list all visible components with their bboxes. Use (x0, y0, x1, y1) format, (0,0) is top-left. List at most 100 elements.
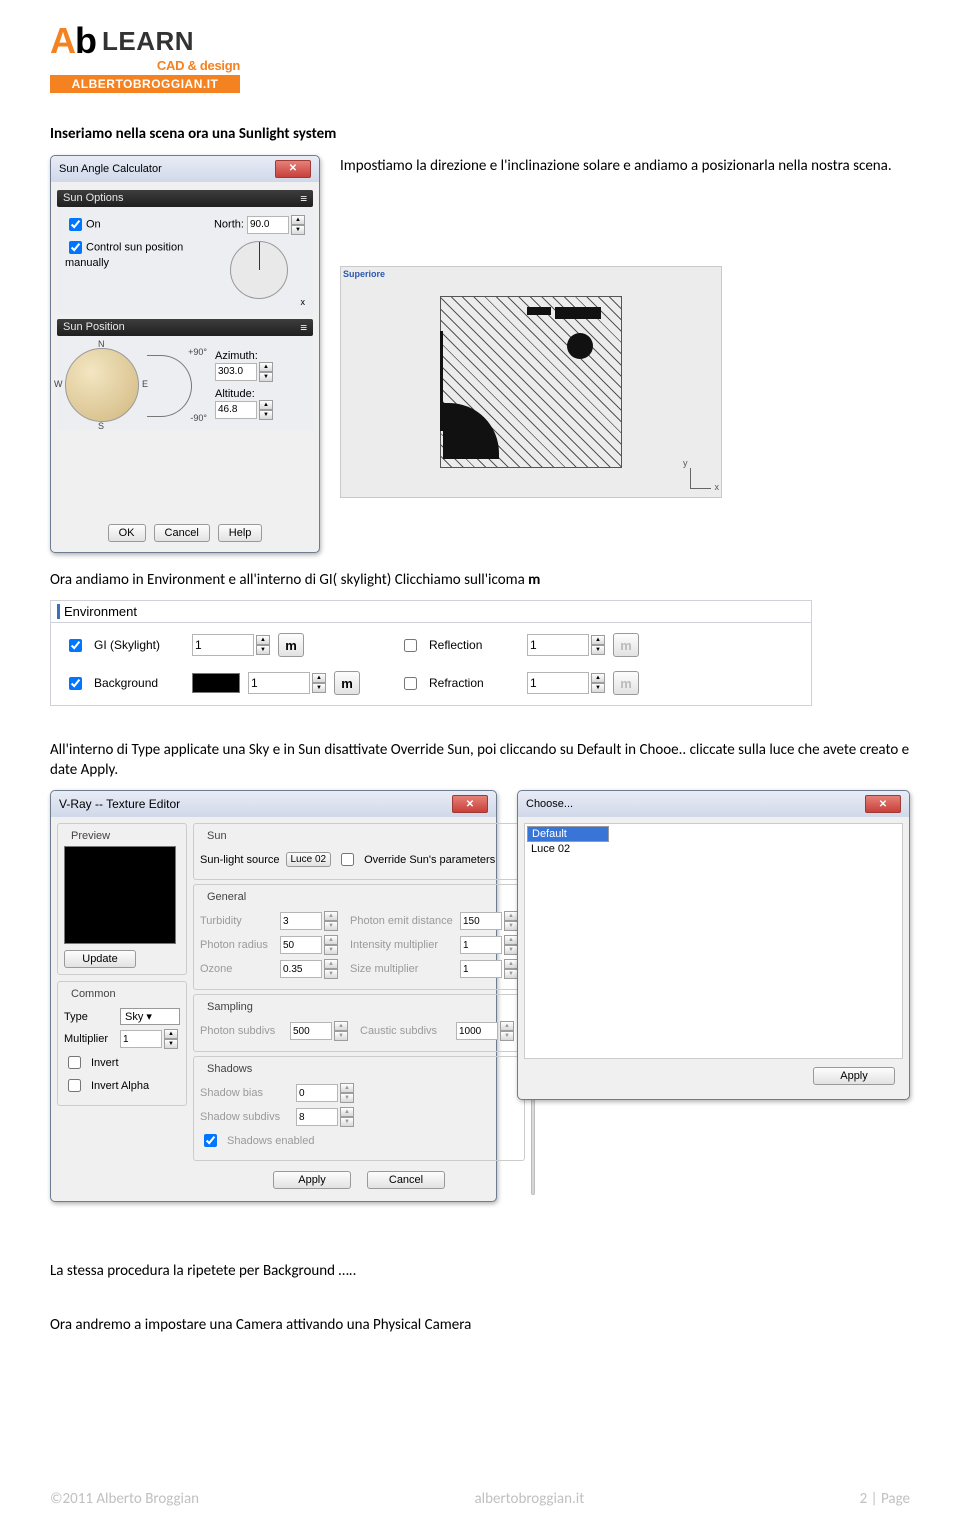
dialog-titlebar[interactable]: V-Ray -- Texture Editor ✕ (51, 791, 496, 817)
spin-down-icon[interactable]: ▼ (591, 645, 605, 655)
sun-source-button[interactable]: Luce 02 (286, 852, 332, 867)
dialog-titlebar[interactable]: Sun Angle Calculator ✕ (51, 156, 319, 182)
env-text-pre: Ora andiamo in Environment e all'interno… (50, 571, 528, 589)
north-compass[interactable] (230, 241, 288, 299)
spin-down-icon[interactable]: ▼ (259, 372, 273, 382)
spin-up-icon[interactable]: ▲ (291, 215, 305, 225)
reflection-checkbox[interactable] (404, 639, 417, 652)
update-button[interactable]: Update (64, 950, 136, 968)
invert-checkbox[interactable] (68, 1056, 81, 1069)
invert-alpha-checkbox[interactable] (68, 1079, 81, 1092)
section-sun-options[interactable]: Sun Options ≡ (57, 190, 313, 207)
azimuth-input[interactable] (215, 363, 257, 381)
dialog-title: V-Ray -- Texture Editor (59, 797, 180, 811)
general-group: General Turbidity▲▼ Photon emit distance… (193, 884, 525, 990)
spin-up-icon: ▲ (504, 959, 518, 969)
top-viewport[interactable]: Superiore y x (340, 266, 722, 498)
gi-map-button[interactable]: m (278, 633, 304, 657)
photon-subdivs-label: Photon subdivs (200, 1025, 284, 1037)
intensity-label: Intensity multiplier (350, 939, 454, 951)
shadow-subdivs-label: Shadow subdivs (200, 1111, 290, 1123)
spin-down-icon[interactable]: ▼ (591, 683, 605, 693)
tex-cancel-button[interactable]: Cancel (367, 1171, 445, 1189)
spin-down-icon[interactable]: ▼ (164, 1039, 178, 1049)
spin-up-icon[interactable]: ▲ (256, 635, 270, 645)
ok-button[interactable]: OK (108, 524, 146, 542)
environment-header[interactable]: Environment (51, 601, 811, 623)
close-icon[interactable]: ✕ (275, 160, 311, 178)
invert-label: Invert (91, 1057, 119, 1069)
spin-up-icon: ▲ (324, 959, 338, 969)
refraction-value[interactable] (527, 672, 589, 694)
choose-list[interactable]: Default Luce 02 (524, 823, 903, 1059)
on-checkbox[interactable] (69, 218, 82, 231)
altitude-input[interactable] (215, 401, 257, 419)
tex-apply-button[interactable]: Apply (273, 1171, 351, 1189)
spin-down-icon: ▼ (500, 1031, 514, 1041)
logo-learn: LEARN (102, 26, 194, 57)
spin-up-icon: ▲ (340, 1107, 354, 1117)
multiplier-input[interactable] (120, 1030, 162, 1048)
refraction-checkbox[interactable] (404, 677, 417, 690)
choose-apply-button[interactable]: Apply (813, 1067, 895, 1085)
background-checkbox[interactable] (69, 677, 82, 690)
gi-skylight-checkbox[interactable] (69, 639, 82, 652)
dialog-titlebar[interactable]: Choose... ✕ (518, 791, 909, 817)
size-mult-input (460, 960, 502, 978)
type-label: Type (64, 1011, 114, 1023)
background-value[interactable] (248, 672, 310, 694)
spin-up-icon[interactable]: ▲ (591, 635, 605, 645)
close-icon[interactable]: ✕ (865, 795, 901, 813)
reflection-value[interactable] (527, 634, 589, 656)
cancel-button[interactable]: Cancel (154, 524, 210, 542)
refraction-map-button[interactable]: m (613, 671, 639, 695)
spin-up-icon[interactable]: ▲ (259, 362, 273, 372)
spin-up-icon: ▲ (324, 911, 338, 921)
reflection-map-button[interactable]: m (613, 633, 639, 657)
spin-down-icon[interactable]: ▼ (256, 645, 270, 655)
spin-down-icon[interactable]: ▼ (291, 225, 305, 235)
rollup-toggle-icon[interactable]: ≡ (300, 321, 307, 334)
altitude-arc[interactable]: +90° -90° (147, 349, 207, 421)
azimuth-compass[interactable]: N E S W (65, 348, 139, 422)
bg-text: La stessa procedura la ripetete per Back… (50, 1262, 910, 1282)
section-sun-position[interactable]: Sun Position ≡ (57, 319, 313, 336)
background-map-button[interactable]: m (334, 671, 360, 695)
reflection-label: Reflection (429, 638, 519, 652)
override-sun-checkbox[interactable] (341, 853, 354, 866)
sun-angle-dialog: Sun Angle Calculator ✕ Sun Options ≡ On … (50, 155, 320, 553)
caustic-subdivs-input (456, 1022, 498, 1040)
env-text: Ora andiamo in Environment e all'interno… (50, 571, 910, 591)
background-color-swatch[interactable] (192, 673, 240, 693)
azimuth-label: Azimuth: (215, 350, 258, 362)
section-label: Sun Position (63, 321, 125, 333)
refraction-label: Refraction (429, 676, 519, 690)
photon-radius-input (280, 936, 322, 954)
spin-up-icon[interactable]: ▲ (591, 673, 605, 683)
spin-up-icon: ▲ (500, 1021, 514, 1031)
axis-x: x (715, 482, 720, 492)
preview-title: Preview (68, 830, 113, 842)
spin-down-icon: ▼ (504, 921, 518, 931)
spin-up-icon: ▲ (504, 935, 518, 945)
spin-up-icon[interactable]: ▲ (259, 400, 273, 410)
north-input[interactable] (247, 216, 289, 234)
manual-checkbox[interactable] (69, 241, 82, 254)
list-item[interactable]: Default (527, 826, 609, 842)
list-item[interactable]: Luce 02 (527, 842, 900, 856)
type-select[interactable]: Sky ▾ (120, 1008, 180, 1025)
spin-up-icon: ▲ (340, 1083, 354, 1093)
spin-down-icon[interactable]: ▼ (259, 410, 273, 420)
spin-up-icon[interactable]: ▲ (164, 1029, 178, 1039)
footer-left: ©2011 Alberto Broggian (50, 1490, 199, 1508)
spin-up-icon[interactable]: ▲ (312, 673, 326, 683)
viewport-geometry (441, 297, 621, 467)
intro-2: Impostiamo la direzione e l'inclinazione… (340, 157, 910, 177)
close-icon[interactable]: ✕ (452, 795, 488, 813)
texture-editor-dialog: V-Ray -- Texture Editor ✕ Preview Update… (50, 790, 497, 1202)
sun-group-title: Sun (204, 830, 230, 842)
rollup-toggle-icon[interactable]: ≡ (300, 192, 307, 205)
spin-down-icon[interactable]: ▼ (312, 683, 326, 693)
gi-skylight-value[interactable] (192, 634, 254, 656)
help-button[interactable]: Help (218, 524, 263, 542)
